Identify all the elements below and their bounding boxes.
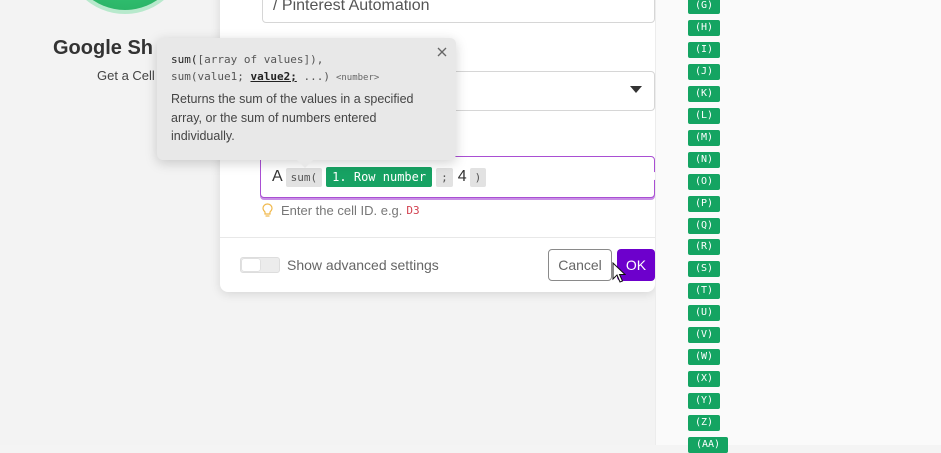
signature-rest: ...) [296, 70, 330, 83]
mouse-cursor-icon [612, 262, 626, 283]
column-tag[interactable]: (V) [688, 327, 720, 344]
function-signature-1: sum([array of values]), [171, 53, 323, 66]
function-signature-2: sum(value1; value2; ...) <number> [171, 70, 379, 83]
column-tag[interactable]: (P) [688, 195, 720, 212]
column-tag[interactable]: (G) [688, 0, 720, 14]
module-title: Google Sh [53, 37, 153, 59]
scenario-canvas: Google Sh Get a Cell / Pinterest Automat… [0, 0, 659, 445]
lightbulb-icon [262, 203, 273, 217]
google-sheets-module-icon[interactable] [64, 0, 186, 14]
signature-args: [array of values]), [197, 53, 324, 66]
column-tag[interactable]: (S) [688, 261, 720, 278]
function-help-tooltip: sum([array of values]), sum(value1; valu… [157, 38, 456, 168]
column-tag[interactable]: (H) [688, 19, 720, 36]
column-tag[interactable]: (K) [688, 85, 720, 102]
cell-id-input[interactable]: A sum( 1. Row number ; 4 ) [260, 156, 659, 198]
column-tag[interactable]: (Y) [688, 393, 720, 410]
tooltip-arrow [297, 160, 313, 168]
signature-fn-name: sum( [171, 53, 198, 66]
separator-token[interactable]: ; [436, 167, 453, 187]
close-icon[interactable] [436, 46, 448, 58]
column-tag[interactable]: (AA) [688, 437, 728, 453]
column-tag[interactable]: (I) [688, 41, 720, 58]
signature-return-type: <number> [335, 73, 380, 83]
hint-text: Enter the cell ID. e.g. [281, 203, 403, 218]
column-tag[interactable]: (L) [688, 107, 720, 124]
module-subtitle: Get a Cell [97, 68, 155, 83]
sheet-name-field[interactable]: / Pinterest Automation [262, 0, 655, 23]
column-tag[interactable]: (U) [688, 305, 720, 322]
column-tag[interactable]: (R) [688, 239, 720, 256]
advanced-settings-label[interactable]: Show advanced settings [287, 257, 439, 273]
dialog-divider [220, 237, 655, 238]
column-tag[interactable]: (N) [688, 151, 720, 168]
cancel-button[interactable]: Cancel [548, 249, 612, 281]
column-tag[interactable]: (M) [688, 129, 720, 146]
column-tag[interactable]: (Z) [688, 415, 720, 432]
variable-token-row-number[interactable]: 1. Row number [326, 167, 433, 187]
cell-id-hint: Enter the cell ID. e.g. D3 [262, 203, 420, 218]
column-tag[interactable]: (J) [688, 63, 720, 80]
column-tag[interactable]: (X) [688, 371, 720, 388]
chevron-down-icon [630, 86, 642, 93]
column-tag[interactable]: (O) [688, 173, 720, 190]
function-token-sum[interactable]: sum( [285, 167, 323, 187]
number-literal: 4 [457, 168, 467, 185]
hint-example: D3 [406, 204, 420, 217]
function-description: Returns the sum of the values in a speci… [171, 92, 414, 143]
column-tag[interactable]: (W) [688, 349, 720, 366]
variables-panel: (G) (H) (I) (J) (K) (L) (M) (N) (O) (P) (Q) (R) (S) (… [655, 0, 941, 453]
signature-current-arg: value2; [250, 70, 297, 83]
toggle-knob [242, 259, 260, 271]
column-tag[interactable]: (Q) [688, 217, 720, 234]
column-tag[interactable]: (T) [688, 283, 720, 300]
signature-prefix: sum(value1; [171, 70, 251, 83]
advanced-settings-toggle[interactable] [240, 257, 280, 273]
function-close-token[interactable]: ) [469, 167, 487, 187]
field-type-letter: A [272, 168, 283, 185]
